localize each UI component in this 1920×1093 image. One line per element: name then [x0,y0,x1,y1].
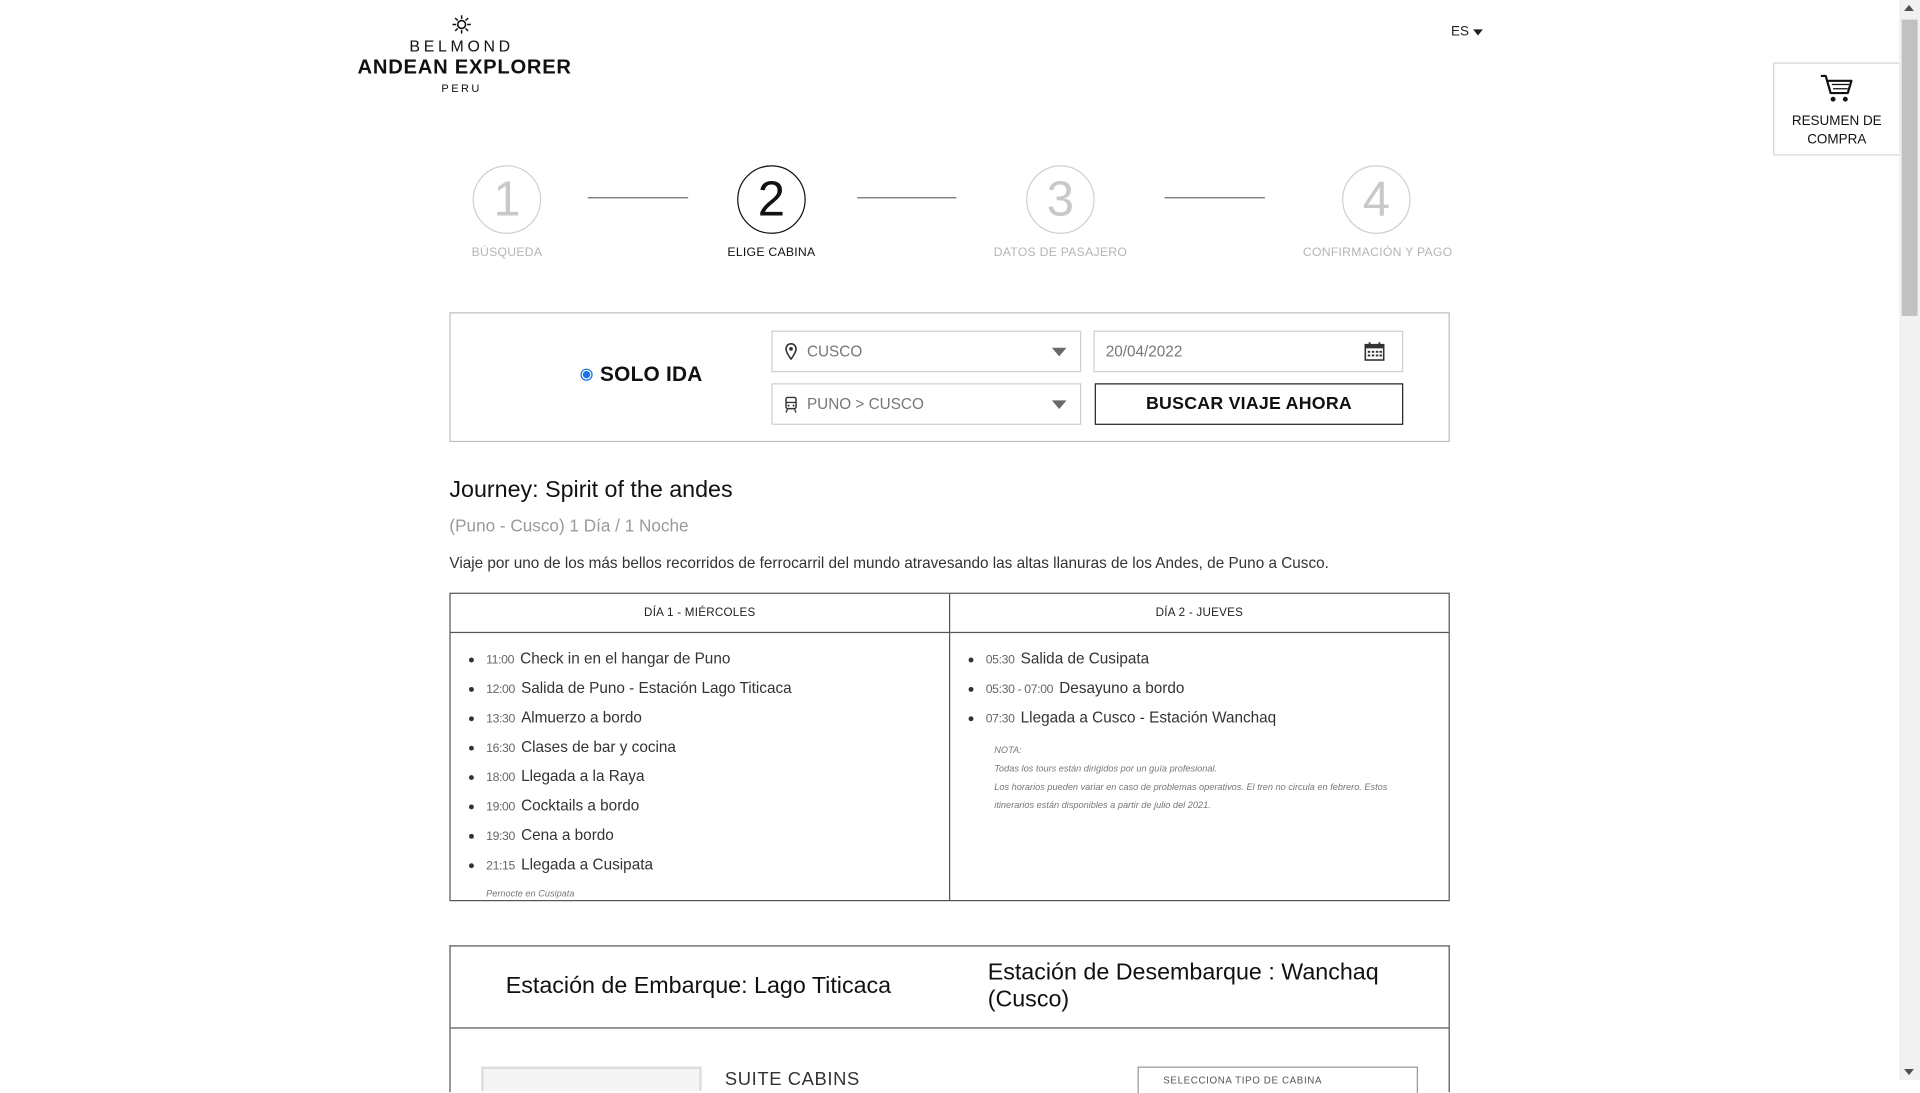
caret-down-icon [1472,28,1483,35]
list-item: 07:30Llegada a Cusco - Estación Wanchaq [986,704,1449,733]
cabin-image [481,1066,702,1092]
route-select[interactable]: PUNO > CUSCO [771,383,1082,425]
itinerary-day-1: DÍA 1 - MIÉRCOLES 11:00Check in en el ha… [450,594,949,900]
stations-row: Estación de Embarque: Lago Titicaca Esta… [450,947,1449,1029]
cabin-title: SUITE CABINS [724,1068,860,1090]
scrollbar-thumb[interactable] [1901,19,1918,316]
day-header: DÍA 1 - MIÉRCOLES [450,594,949,634]
location-pin-icon [785,343,797,361]
sun-emblem-icon [452,15,471,34]
cart-label: RESUMEN DE COMPRA [1791,113,1882,147]
step-label: CONFIRMACIÓN Y PAGO [1302,246,1453,260]
step-number: 2 [737,165,806,234]
dropdown-arrow-icon [1051,347,1067,356]
step-label: BÚSQUEDA [471,246,543,260]
page-scrollbar[interactable] [1899,0,1920,1081]
scroll-up-icon[interactable] [1904,4,1914,12]
one-way-radio[interactable]: SOLO IDA [580,362,702,386]
brand-logo[interactable]: BELMOND ANDEAN EXPLORER PERU [357,15,572,95]
itinerary-note: NOTA: Todas los tours están dirigidos po… [994,741,1410,814]
list-item: 18:00Llegada a la Raya [486,763,949,792]
radio-button[interactable] [580,368,593,381]
list-item: 12:00Salida de Puno - Estación Lago Titi… [486,675,949,704]
list-item: 05:30Salida de Cusipata [986,645,1449,674]
list-item: 19:30Cena a bordo [486,822,949,851]
search-trip-button[interactable]: BUSCAR VIAJE AHORA [1094,383,1404,425]
overnight-note: Pernocte en Cusipata [486,887,575,899]
itinerary-table: DÍA 1 - MIÉRCOLES 11:00Check in en el ha… [449,592,1450,902]
route-value: PUNO > CUSCO [806,395,924,413]
list-item: 11:00Check in en el hangar de Puno [486,645,949,674]
shopping-cart-icon [1820,74,1853,102]
list-item: 05:30 - 07:00Desayuno a bordo [986,675,1449,704]
step-connector [857,197,957,199]
step-search: 1 BÚSQUEDA [458,165,556,260]
search-panel: SOLO IDA CUSCO 20/04/2022 PUNO > CUSCO B… [449,312,1450,443]
step-label: ELIGE CABINA [727,246,816,260]
boarding-station: Estación de Embarque: Lago Titicaca [505,973,892,1000]
logo-brand: BELMOND [409,36,514,56]
language-code: ES [1451,24,1470,40]
language-selector[interactable]: ES [1451,24,1483,40]
origin-select[interactable]: CUSCO [771,330,1082,373]
step-label: DATOS DE PASAJERO [993,246,1128,260]
train-icon [785,396,797,413]
list-item: 21:15Llegada a Cusipata [486,851,949,880]
step-number: 4 [1342,165,1411,234]
step-number: 1 [472,165,542,234]
step-connector [1164,197,1265,199]
page: BELMOND ANDEAN EXPLORER PERU ES RESUMEN … [0,0,1920,1093]
step-confirmation-payment: 4 CONFIRMACIÓN Y PAGO [1302,165,1453,260]
stations-panel: Estación de Embarque: Lago Titicaca Esta… [449,945,1450,1093]
list-item: 19:00Cocktails a bordo [486,792,949,821]
day-1-list: 11:00Check in en el hangar de Puno 12:00… [451,645,949,880]
step-connector [587,197,689,199]
calendar-icon[interactable] [1364,342,1385,362]
note-title: NOTA: [994,744,1022,756]
note-line: Los horarios pueden variar en caso de pr… [994,781,1388,811]
step-choose-cabin: 2 ELIGE CABINA [710,165,832,260]
logo-name: ANDEAN EXPLORER [357,56,572,79]
logo-country: PERU [441,82,482,95]
disembark-station: Estación de Desembarque : Wanchaq (Cusco… [987,960,1379,1013]
origin-value: CUSCO [806,342,863,361]
journey-subtitle: (Puno - Cusco) 1 Día / 1 Noche [449,515,689,536]
list-item: 13:30Almuerzo a bordo [486,704,949,733]
day-header: DÍA 2 - JUEVES [950,594,1449,634]
purchase-summary-button[interactable]: RESUMEN DE COMPRA [1773,62,1901,156]
date-value: 20/04/2022 [1105,342,1183,361]
journey-description: Viaje por uno de los más bellos recorrid… [449,554,1329,572]
step-number: 3 [1026,165,1095,234]
date-field[interactable]: 20/04/2022 [1093,330,1404,373]
scroll-down-icon[interactable] [1904,1068,1914,1076]
list-item: 16:30Clases de bar y cocina [486,733,949,762]
day-2-list: 05:30Salida de Cusipata 05:30 - 07:00Des… [950,645,1448,733]
dropdown-arrow-icon [1051,399,1067,409]
note-line: Todas los tours están dirigidos por un g… [994,762,1218,774]
journey-title: Journey: Spirit of the andes [449,477,733,504]
step-passenger-data: 3 DATOS DE PASAJERO [987,165,1134,260]
itinerary-day-2: DÍA 2 - JUEVES 05:30Salida de Cusipata 0… [948,593,1449,901]
one-way-label: SOLO IDA [600,362,703,386]
